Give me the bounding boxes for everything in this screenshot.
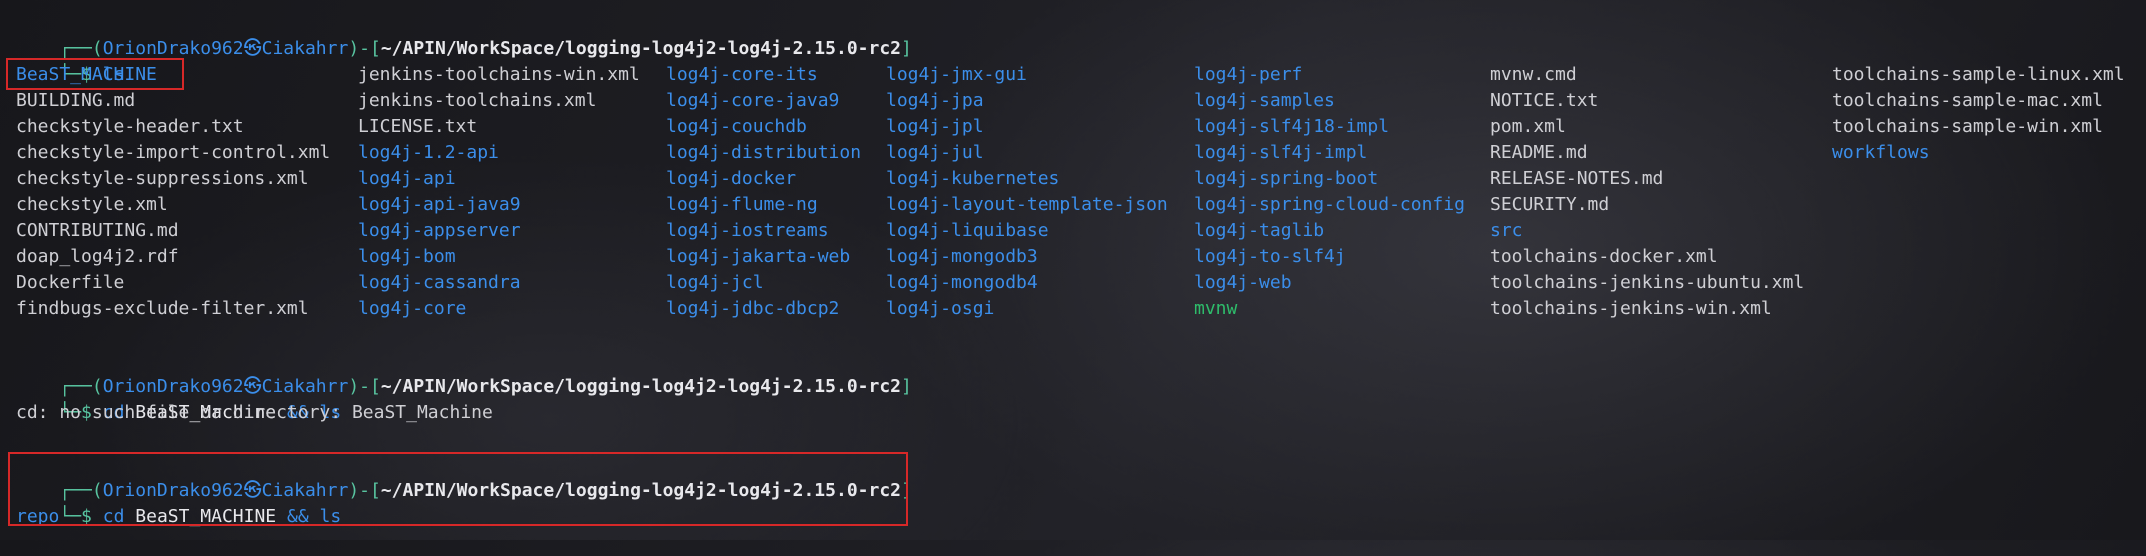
ls-entry-directory[interactable]: log4j-jmx-gui — [886, 62, 1027, 88]
ls-entry-file[interactable]: SECURITY.md — [1490, 192, 1609, 218]
ls-entry-file[interactable]: checkstyle-header.txt — [16, 114, 244, 140]
ls-entry-file[interactable]: NOTICE.txt — [1490, 88, 1598, 114]
ls-entry-file[interactable]: LICENSE.txt — [358, 114, 477, 140]
ls-entry-file[interactable]: jenkins-toolchains.xml — [358, 88, 596, 114]
ls-entry-directory[interactable]: log4j-web — [1194, 270, 1292, 296]
ls-entry-file[interactable]: findbugs-exclude-filter.xml — [16, 296, 309, 322]
ls-entry-file[interactable]: RELEASE-NOTES.md — [1490, 166, 1663, 192]
ls-entry-directory[interactable]: log4j-cassandra — [358, 270, 521, 296]
ls-entry-file[interactable]: toolchains-jenkins-ubuntu.xml — [1490, 270, 1804, 296]
prompt-host: Ciakahrr — [261, 38, 349, 59]
prompt-path: ~/APIN/WorkSpace/logging-log4j2-log4j-2.… — [380, 38, 901, 59]
ls-entry-directory[interactable]: log4j-slf4j-impl — [1194, 140, 1367, 166]
ls-entry-directory[interactable]: log4j-bom — [358, 244, 456, 270]
ls-entry-directory[interactable]: log4j-liquibase — [886, 218, 1049, 244]
ls-entry-directory[interactable]: log4j-jakarta-web — [666, 244, 850, 270]
ls-entry-executable[interactable]: mvnw — [1194, 296, 1237, 322]
ls-entry-directory[interactable]: log4j-to-slf4j — [1194, 244, 1346, 270]
error-output: cd: no such file or directory: BeaST_Mac… — [16, 402, 493, 423]
ls-entry-directory[interactable]: workflows — [1832, 140, 1930, 166]
ls-entry-directory[interactable]: log4j-osgi — [886, 296, 994, 322]
ls-entry-directory[interactable]: log4j-core-java9 — [666, 88, 839, 114]
prompt-frame: ] — [901, 376, 912, 397]
highlight-box-beast-machine — [6, 58, 184, 90]
ls-entry-file[interactable]: doap_log4j2.rdf — [16, 244, 179, 270]
ls-entry-file[interactable]: jenkins-toolchains-win.xml — [358, 62, 640, 88]
ls-entry-file[interactable]: BUILDING.md — [16, 88, 135, 114]
ls-entry-file[interactable]: pom.xml — [1490, 114, 1566, 140]
ls-entry-file[interactable]: checkstyle-suppressions.xml — [16, 166, 309, 192]
ls-entry-directory[interactable]: log4j-jcl — [666, 270, 764, 296]
ls-entry-directory[interactable]: log4j-flume-ng — [666, 192, 818, 218]
ls-entry-directory[interactable]: log4j-docker — [666, 166, 796, 192]
ls-entry-file[interactable]: README.md — [1490, 140, 1588, 166]
ls-entry-directory[interactable]: log4j-kubernetes — [886, 166, 1059, 192]
ls-entry-directory[interactable]: log4j-appserver — [358, 218, 521, 244]
ls-entry-file[interactable]: toolchains-docker.xml — [1490, 244, 1718, 270]
ls-entry-file[interactable]: toolchains-sample-mac.xml — [1832, 88, 2103, 114]
ls-entry-directory[interactable]: log4j-mongodb3 — [886, 244, 1038, 270]
highlight-box-last-command — [8, 452, 908, 526]
ls-entry-directory[interactable]: log4j-mongodb4 — [886, 270, 1038, 296]
terminal-window[interactable]: ┌──(OrionDrako962㉿Ciakahrr)-[~/APIN/Work… — [0, 0, 2146, 540]
ls-entry-directory[interactable]: log4j-1.2-api — [358, 140, 499, 166]
ls-entry-file[interactable]: toolchains-sample-win.xml — [1832, 114, 2103, 140]
ls-entry-directory[interactable]: log4j-distribution — [666, 140, 861, 166]
ls-entry-directory[interactable]: log4j-perf — [1194, 62, 1302, 88]
ls-entry-file[interactable]: checkstyle-import-control.xml — [16, 140, 330, 166]
ls-entry-directory[interactable]: log4j-spring-boot — [1194, 166, 1378, 192]
prompt-header: ┌──(OrionDrako962㉿Ciakahrr)-[~/APIN/Work… — [16, 10, 911, 59]
ls-entry-file[interactable]: checkstyle.xml — [16, 192, 168, 218]
ls-entry-directory[interactable]: log4j-api-java9 — [358, 192, 521, 218]
ls-entry-directory[interactable]: log4j-core — [358, 296, 466, 322]
ls-entry-directory[interactable]: log4j-iostreams — [666, 218, 829, 244]
prompt-frame: ] — [901, 38, 912, 59]
ls-entry-directory[interactable]: log4j-spring-cloud-config — [1194, 192, 1465, 218]
ls-entry-directory[interactable]: log4j-taglib — [1194, 218, 1324, 244]
ls-entry-directory[interactable]: log4j-jul — [886, 140, 984, 166]
prompt-frame: )-[ — [348, 376, 381, 397]
prompt-header: ┌──(OrionDrako962㉿Ciakahrr)-[~/APIN/Work… — [16, 348, 911, 397]
ls-entry-directory[interactable]: log4j-couchdb — [666, 114, 807, 140]
ls-entry-file[interactable]: toolchains-jenkins-win.xml — [1490, 296, 1772, 322]
prompt-frame: )-[ — [348, 38, 381, 59]
ls-entry-directory[interactable]: log4j-jpl — [886, 114, 984, 140]
command-line: └─$ cd BeaST_Machine && ls — [16, 374, 341, 423]
ls-entry-directory[interactable]: log4j-slf4j18-impl — [1194, 114, 1389, 140]
ls-entry-directory[interactable]: log4j-jdbc-dbcp2 — [666, 296, 839, 322]
prompt-path: ~/APIN/WorkSpace/logging-log4j2-log4j-2.… — [380, 376, 901, 397]
prompt-at-symbol: ㉿ — [243, 38, 262, 59]
ls-entry-file[interactable]: mvnw.cmd — [1490, 62, 1577, 88]
ls-entry-directory[interactable]: src — [1490, 218, 1523, 244]
ls-entry-directory[interactable]: log4j-jpa — [886, 88, 984, 114]
ls-entry-directory[interactable]: log4j-api — [358, 166, 456, 192]
ls-entry-file[interactable]: toolchains-sample-linux.xml — [1832, 62, 2125, 88]
ls-entry-file[interactable]: CONTRIBUTING.md — [16, 218, 179, 244]
ls-entry-file[interactable]: Dockerfile — [16, 270, 124, 296]
ls-entry-directory[interactable]: log4j-layout-template-json — [886, 192, 1168, 218]
ls-entry-directory[interactable]: log4j-samples — [1194, 88, 1335, 114]
ls-entry-directory[interactable]: log4j-core-its — [666, 62, 818, 88]
